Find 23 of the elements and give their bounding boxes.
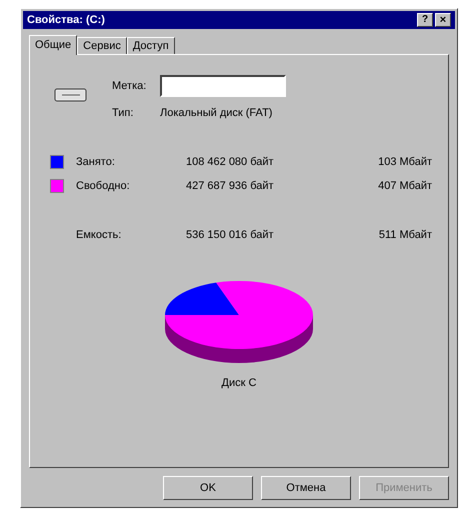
window-title: Свойства: (C:) bbox=[27, 12, 106, 28]
chart-title: Диск C bbox=[222, 376, 256, 391]
usage-bytes: 108 462 080 байт bbox=[186, 154, 275, 170]
usage-label: Занято: bbox=[76, 154, 116, 170]
label-input[interactable] bbox=[160, 75, 286, 97]
tab[interactable]: Сервис bbox=[77, 37, 127, 54]
capacity-bytes: 536 150 016 байт bbox=[186, 228, 275, 242]
usage-label: Свободно: bbox=[76, 179, 131, 194]
tab[interactable]: Доступ bbox=[126, 37, 175, 54]
capacity-megabytes: 511 Мбайт bbox=[378, 228, 432, 242]
capacity-label: Емкость: bbox=[76, 228, 122, 242]
usage-bytes: 427 687 936 байт bbox=[186, 179, 275, 194]
close-button[interactable]: × bbox=[435, 13, 451, 27]
label-caption: Метка: bbox=[112, 78, 148, 94]
type-value: Локальный диск (FAT) bbox=[160, 106, 272, 121]
tab[interactable]: Общие bbox=[29, 35, 78, 55]
type-label: Тип: bbox=[112, 106, 134, 121]
dialog-button[interactable]: Отмена bbox=[261, 476, 351, 500]
dialog-button[interactable]: OK bbox=[163, 476, 253, 500]
usage-megabytes: 103 Мбайт bbox=[378, 154, 432, 170]
drive-icon bbox=[54, 87, 88, 103]
usage-megabytes: 407 Мбайт bbox=[378, 179, 432, 194]
help-button[interactable]: ? bbox=[417, 13, 433, 27]
